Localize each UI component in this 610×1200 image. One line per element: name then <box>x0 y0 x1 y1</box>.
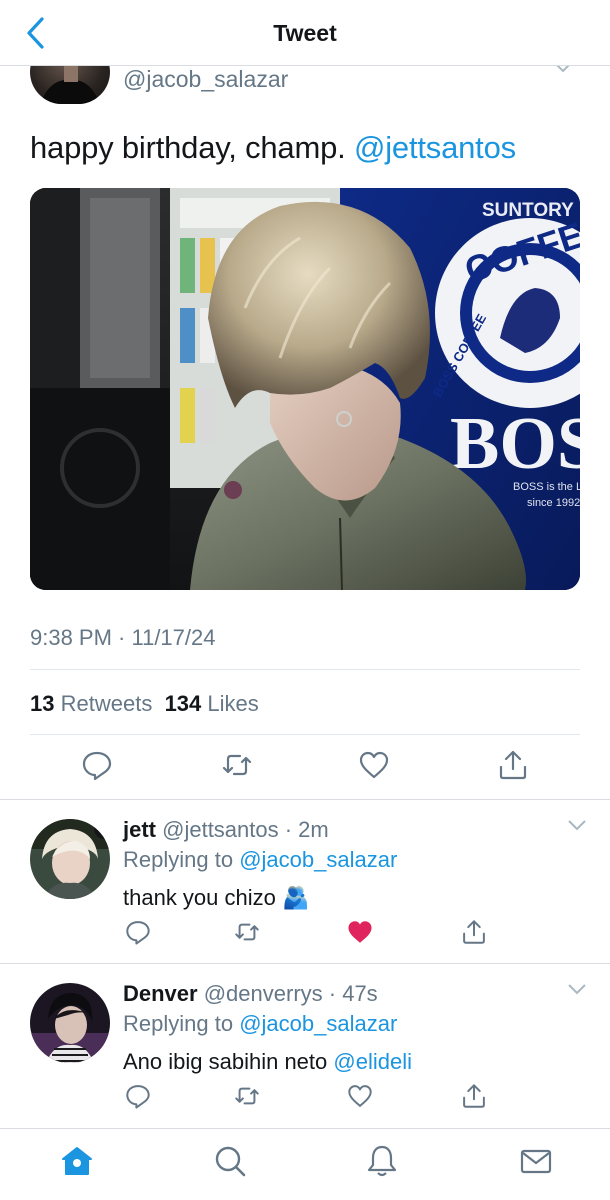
replying-to-label: Replying to <box>123 1011 240 1036</box>
replying-to-link[interactable]: @jacob_salazar <box>239 847 397 872</box>
heart-icon <box>348 1085 372 1107</box>
share-icon <box>463 920 485 944</box>
likes-count: 134 <box>164 691 202 716</box>
likes-label: Likes <box>207 691 259 716</box>
share-button[interactable] <box>460 918 488 946</box>
divider <box>30 669 580 670</box>
reply-tweet[interactable]: jett @jettsantos · 2m Replying to @jacob… <box>0 800 610 960</box>
reply-button[interactable] <box>80 748 114 782</box>
like-button[interactable] <box>346 918 374 946</box>
retweet-icon <box>222 754 252 776</box>
reply-mention-link[interactable]: @elideli <box>333 1049 412 1074</box>
tab-home[interactable] <box>59 1143 95 1179</box>
reply-icon <box>126 1085 150 1109</box>
bottom-tab-bar <box>0 1128 610 1200</box>
retweets-count: 13 <box>30 691 55 716</box>
home-icon <box>62 1147 92 1175</box>
reply-author-name[interactable]: Denver <box>123 981 198 1006</box>
chevron-down-icon <box>568 820 586 831</box>
replying-to: Replying to @jacob_salazar <box>123 847 397 873</box>
signage-brand: SUNTORY <box>482 200 574 221</box>
reply-author-handle[interactable]: @denverrys <box>204 981 323 1006</box>
reply-button[interactable] <box>124 918 152 946</box>
retweet-icon <box>235 1087 259 1105</box>
top-nav-bar: Tweet <box>0 0 610 66</box>
share-button[interactable] <box>496 748 530 782</box>
share-icon <box>499 750 527 780</box>
tweet-mention-link[interactable]: @jettsantos <box>354 130 516 165</box>
messages-mail-icon <box>520 1149 552 1174</box>
reply-text: Ano ibig sabihin neto @elideli <box>123 1049 412 1075</box>
tweet-author-row: @jacob_salazar <box>0 66 610 114</box>
replying-to: Replying to @jacob_salazar <box>123 1011 397 1037</box>
avatar[interactable] <box>30 983 110 1063</box>
notifications-bell-icon <box>367 1145 397 1177</box>
tweet-text-body: happy birthday, champ. <box>30 130 354 165</box>
tweet-menu-chevron[interactable] <box>552 66 574 79</box>
reply-text: thank you chizo 🫂 <box>123 885 309 911</box>
tweet-text: happy birthday, champ. @jettsantos <box>30 130 516 166</box>
tweet-actions <box>0 748 610 788</box>
author-handle[interactable]: @jacob_salazar <box>123 66 288 93</box>
tab-notifications[interactable] <box>364 1143 400 1179</box>
share-icon <box>463 1084 485 1108</box>
reply-button[interactable] <box>124 1082 152 1110</box>
retweet-icon <box>235 923 259 941</box>
reply-text-body: Ano ibig sabihin neto <box>123 1049 334 1074</box>
reply-text-body: thank you chizo <box>123 885 282 910</box>
author-avatar[interactable] <box>30 66 110 104</box>
reply-menu-chevron[interactable] <box>566 982 588 1001</box>
retweet-button[interactable] <box>233 1082 261 1110</box>
hug-emoji-icon: 🫂 <box>281 885 310 910</box>
reply-author: jett @jettsantos · 2m <box>123 817 329 843</box>
avatar[interactable] <box>30 819 110 899</box>
reply-icon <box>82 751 112 781</box>
reply-author: Denver @denverrys · 47s <box>123 981 378 1007</box>
reply-time: · 2m <box>278 817 329 842</box>
retweet-button[interactable] <box>233 918 261 946</box>
reply-time: · 47s <box>322 981 378 1006</box>
heart-filled-icon <box>348 921 372 943</box>
like-button[interactable] <box>346 1082 374 1110</box>
chevron-down-icon <box>568 984 586 995</box>
reply-author-handle[interactable]: @jettsantos <box>162 817 279 842</box>
divider <box>30 734 580 735</box>
chevron-down-icon <box>556 66 570 73</box>
page-title: Tweet <box>273 20 337 46</box>
signage-tagline-2: since 1992 <box>527 497 580 509</box>
reply-tweet[interactable]: Denver @denverrys · 47s Replying to @jac… <box>0 964 610 1124</box>
reply-author-name[interactable]: jett <box>123 817 156 842</box>
share-button[interactable] <box>460 1082 488 1110</box>
retweets-label: Retweets <box>60 691 153 716</box>
heart-icon <box>359 751 389 779</box>
search-icon <box>215 1146 246 1177</box>
tweet-timestamp: 9:38 PM · 11/17/24 <box>30 625 216 650</box>
tweet-photo[interactable]: SUNTORY COFFEE BOSS COFFEE BOSS BOSS is … <box>30 188 580 590</box>
reply-actions <box>0 918 610 950</box>
reply-actions <box>0 1082 610 1114</box>
signage-logo: BOSS <box>450 403 580 485</box>
reply-icon <box>126 921 150 945</box>
reply-menu-chevron[interactable] <box>566 818 588 837</box>
replying-to-link[interactable]: @jacob_salazar <box>239 1011 397 1036</box>
like-button[interactable] <box>357 748 391 782</box>
tab-messages[interactable] <box>518 1143 554 1179</box>
replying-to-label: Replying to <box>123 847 240 872</box>
tweet-stats: 13 Retweets 134 Likes <box>30 691 259 717</box>
signage-tagline-1: BOSS is the L <box>513 481 580 493</box>
retweet-button[interactable] <box>220 748 254 782</box>
tab-search[interactable] <box>212 1143 248 1179</box>
retweet-stat[interactable]: 13 Retweets <box>30 691 152 716</box>
likes-stat[interactable]: 134 Likes <box>165 691 259 716</box>
